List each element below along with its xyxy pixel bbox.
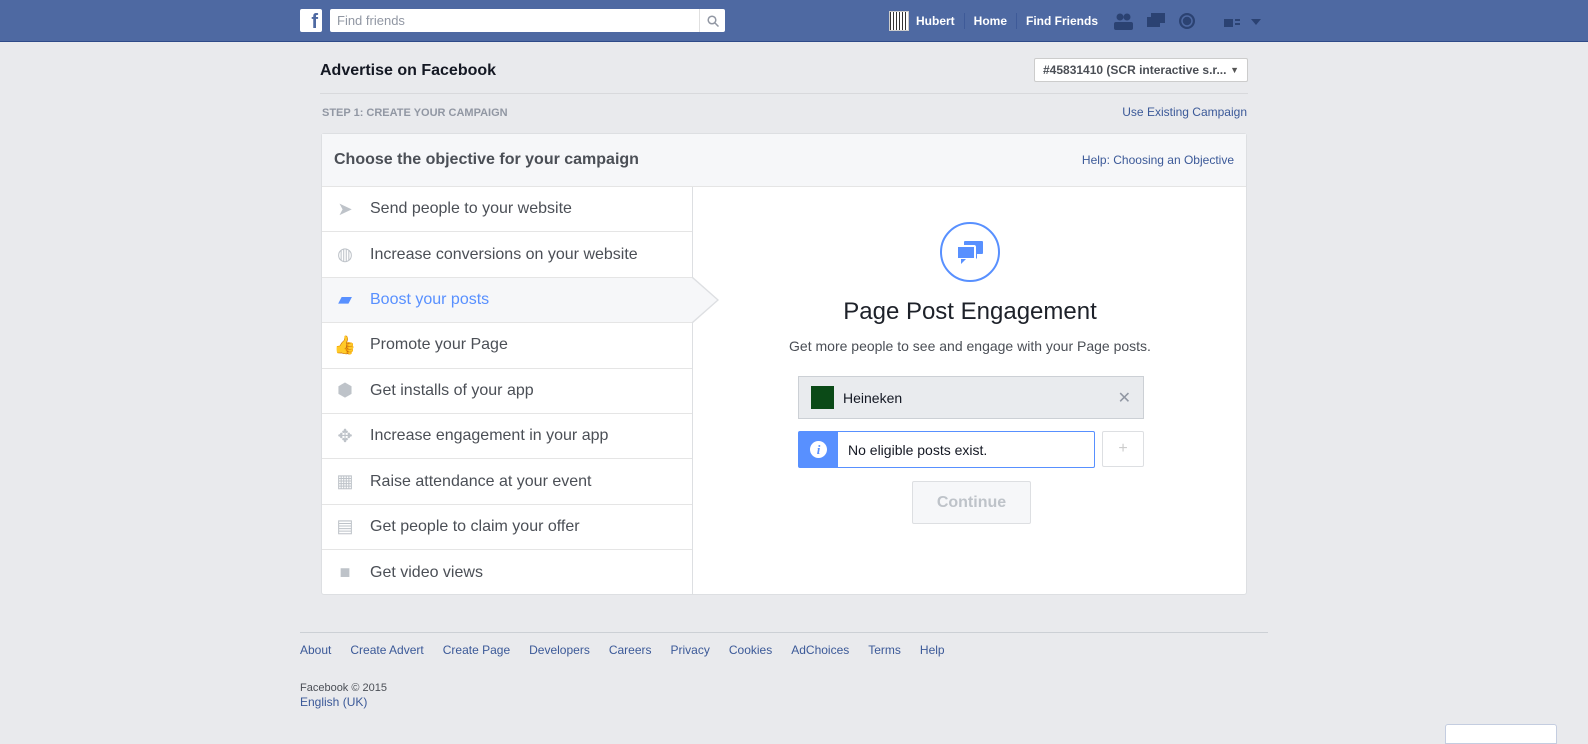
search-input[interactable] <box>330 13 699 28</box>
card-title: Choose the objective for your campaign <box>334 151 639 168</box>
card-header: Choose the objective for your campaign H… <box>322 134 1246 187</box>
page-name: Heineken <box>843 389 903 406</box>
objective-label: Get video views <box>370 563 483 581</box>
search-box <box>330 9 725 32</box>
footer-links: About Create Advert Create Page Developers C… <box>300 643 945 657</box>
page-title: Advertise on Facebook <box>320 62 497 79</box>
thumbs-up-icon: 👍 <box>333 334 357 355</box>
copyright: Facebook © 2015 <box>300 682 387 694</box>
posts-field[interactable]: i No eligible posts exist. <box>798 431 1095 468</box>
detail-description: Get more people to see and engage with y… <box>789 338 1151 354</box>
avatar[interactable] <box>889 11 909 31</box>
language-link[interactable]: English (UK) <box>300 695 367 709</box>
objective-label: Get installs of your app <box>370 381 534 399</box>
info-icon: i <box>799 432 838 467</box>
selected-page[interactable]: Heineken ✕ <box>798 376 1144 419</box>
objective-label: Send people to your website <box>370 200 572 218</box>
footer-link[interactable]: Create Advert <box>350 643 423 657</box>
chevron-down-icon: ▼ <box>1230 65 1239 75</box>
close-icon[interactable]: ✕ <box>1118 388 1131 408</box>
nav-links: Hubert Home Find Friends <box>889 0 1098 42</box>
speech-bubbles-icon <box>940 222 1000 282</box>
help-link[interactable]: Help: Choosing an Objective <box>1082 153 1234 167</box>
objective-label: Increase engagement in your app <box>370 427 609 445</box>
footer-link[interactable]: Cookies <box>729 643 772 657</box>
posts-message: No eligible posts exist. <box>848 441 988 458</box>
objective-item[interactable]: ▤ Get people to claim your offer <box>322 505 692 551</box>
objective-label: Raise attendance at your event <box>370 472 592 490</box>
store-icon: ▤ <box>336 516 354 537</box>
objective-item[interactable]: ▦ Raise attendance at your event <box>322 459 692 505</box>
objective-item[interactable]: ⬢ Get installs of your app <box>322 369 692 414</box>
continue-button[interactable]: Continue <box>912 481 1031 524</box>
objective-item[interactable]: ✥ Increase engagement in your app <box>322 414 692 460</box>
search-button[interactable] <box>699 9 725 32</box>
gamepad-icon: ✥ <box>337 425 353 446</box>
footer-link[interactable]: Developers <box>529 643 590 657</box>
use-existing-campaign-link[interactable]: Use Existing Campaign <box>1122 105 1247 119</box>
divider <box>1016 13 1018 29</box>
chat-tab[interactable] <box>1445 724 1557 744</box>
objective-label: Boost your posts <box>370 290 490 308</box>
ad-account-select[interactable]: #45831410 (SCR interactive s.r... ▼ <box>1034 58 1248 82</box>
account-menu-chevron-icon[interactable] <box>1250 12 1262 30</box>
find-friends-link[interactable]: Find Friends <box>1026 14 1098 28</box>
objective-label: Promote your Page <box>370 336 508 354</box>
profile-link[interactable]: Hubert <box>916 14 955 28</box>
search-icon <box>706 14 719 27</box>
globe-icon: ◍ <box>337 244 353 265</box>
divider <box>320 93 1248 94</box>
facebook-logo[interactable]: f <box>300 9 322 32</box>
objective-item[interactable]: ▰ Boost your posts <box>322 276 719 324</box>
box-icon: ⬢ <box>337 380 353 401</box>
footer-link[interactable]: Careers <box>609 643 652 657</box>
objective-list: ➤ Send people to your website ◍ Increase co… <box>322 187 719 595</box>
speech-bubbles-icon: ▰ <box>338 289 352 310</box>
friend-requests-icon[interactable] <box>1113 12 1133 30</box>
objective-item[interactable]: 👍 Promote your Page <box>322 323 692 369</box>
home-link[interactable]: Home <box>974 14 1007 28</box>
add-post-button[interactable]: + <box>1102 431 1144 467</box>
ad-account-value: #45831410 (SCR interactive s.r... <box>1043 63 1227 77</box>
top-nav-bar: f Hubert Home Find Friends <box>0 0 1588 42</box>
objective-item[interactable]: ➤ Send people to your website <box>322 187 692 233</box>
cursor-icon: ➤ <box>337 198 353 219</box>
calendar-icon: ▦ <box>336 471 354 492</box>
footer-link[interactable]: Privacy <box>671 643 710 657</box>
objective-label: Get people to claim your offer <box>370 517 580 535</box>
footer-link[interactable]: AdChoices <box>791 643 849 657</box>
footer-link[interactable]: Create Page <box>443 643 510 657</box>
objective-detail: Page Post Engagement Get more people to … <box>694 187 1246 524</box>
objective-label: Increase conversions on your website <box>370 245 638 263</box>
objective-card: Choose the objective for your campaign H… <box>321 133 1247 595</box>
messages-icon[interactable] <box>1146 12 1166 30</box>
footer-link[interactable]: About <box>300 643 331 657</box>
page-thumbnail <box>811 386 834 409</box>
privacy-shortcuts-icon[interactable] <box>1222 12 1242 30</box>
objective-item[interactable]: ◍ Increase conversions on your website <box>322 232 692 278</box>
divider <box>300 632 1268 633</box>
detail-title: Page Post Engagement <box>843 298 1097 325</box>
notifications-globe-icon[interactable] <box>1177 12 1197 30</box>
footer-link[interactable]: Help <box>920 643 945 657</box>
video-camera-icon: ■ <box>339 562 351 583</box>
step-label: STEP 1: CREATE YOUR CAMPAIGN <box>322 107 508 119</box>
divider <box>963 13 965 29</box>
objective-item[interactable]: ■ Get video views <box>322 550 692 595</box>
footer-link[interactable]: Terms <box>868 643 901 657</box>
